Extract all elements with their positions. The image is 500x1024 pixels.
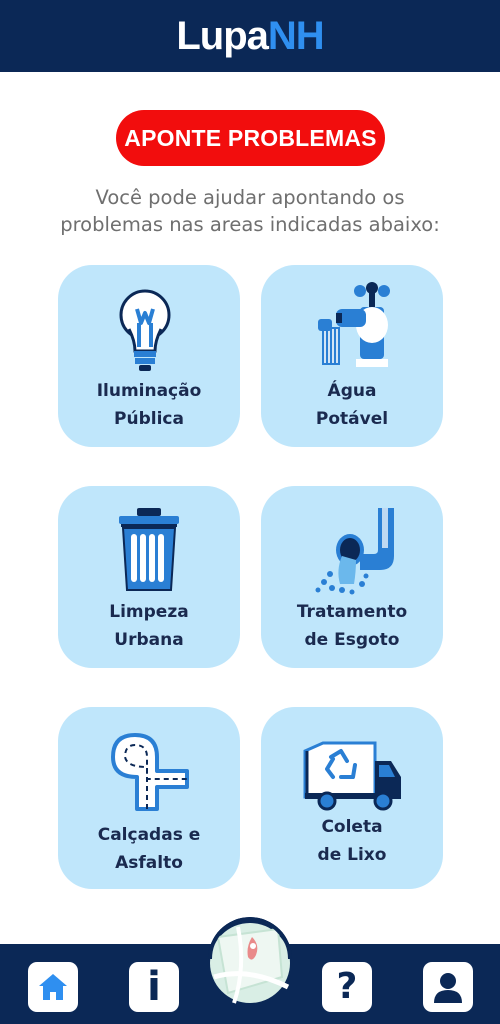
map-icon <box>208 917 292 1024</box>
info-icon: i <box>147 964 161 1010</box>
intro-line-2: problemas nas areas indicadas abaixo: <box>60 213 440 236</box>
category-label: Limpeza Urbana <box>58 598 240 654</box>
category-label: Iluminação Pública <box>58 377 240 433</box>
category-label: Água Potável <box>261 377 443 433</box>
category-label-line-2: Potável <box>315 409 389 429</box>
category-label-line-1: Água <box>327 381 377 401</box>
trash-can-icon <box>99 500 199 600</box>
category-label-line-2: de Lixo <box>317 845 387 865</box>
category-card-sewage-treatment[interactable]: Tratamento de Esgoto <box>261 486 443 668</box>
report-problems-button[interactable]: APONTE PROBLEMAS <box>116 110 385 166</box>
category-card-drinking-water[interactable]: Água Potável <box>261 265 443 447</box>
category-label-line-1: Tratamento <box>296 602 408 622</box>
sewage-pipe-icon <box>302 500 402 600</box>
category-label-line-1: Coleta <box>321 817 383 837</box>
road-icon <box>99 721 199 821</box>
home-icon <box>39 974 67 1000</box>
category-label-line-2: Pública <box>114 409 184 429</box>
category-label-line-1: Calçadas e <box>97 825 201 845</box>
category-label-line-2: Urbana <box>114 630 184 650</box>
nav-map-button[interactable] <box>208 917 292 1024</box>
water-faucet-icon <box>302 279 402 379</box>
intro-line-1: Você pode ajudar apontando os <box>95 186 405 209</box>
app-logo: Lupa NH <box>176 14 325 58</box>
user-icon <box>434 973 462 1003</box>
logo-text-nh: NH <box>267 14 325 58</box>
category-label-line-1: Iluminação <box>96 381 202 401</box>
nav-info-button[interactable]: i <box>129 962 179 1012</box>
garbage-truck-icon <box>297 721 407 821</box>
category-card-garbage-collection[interactable]: Coleta de Lixo <box>261 707 443 889</box>
category-card-sidewalks-asphalt[interactable]: Calçadas e Asfalto <box>58 707 240 889</box>
light-bulb-icon <box>99 279 199 379</box>
category-card-public-lighting[interactable]: Iluminação Pública <box>58 265 240 447</box>
nav-profile-button[interactable] <box>423 962 473 1012</box>
category-label: Tratamento de Esgoto <box>261 598 443 654</box>
category-card-urban-cleaning[interactable]: Limpeza Urbana <box>58 486 240 668</box>
intro-text: Você pode ajudar apontando os problemas … <box>40 184 460 238</box>
category-label: Coleta de Lixo <box>261 813 443 869</box>
category-label-line-2: de Esgoto <box>304 630 400 650</box>
logo-text-lupa: Lupa <box>176 14 269 58</box>
nav-home-button[interactable] <box>28 962 78 1012</box>
category-label: Calçadas e Asfalto <box>58 821 240 877</box>
category-label-line-2: Asfalto <box>115 853 183 873</box>
category-label-line-1: Limpeza <box>109 602 189 622</box>
nav-help-button[interactable]: ? <box>322 962 372 1012</box>
top-app-bar: Lupa NH <box>0 0 500 72</box>
question-icon: ? <box>336 966 358 1007</box>
